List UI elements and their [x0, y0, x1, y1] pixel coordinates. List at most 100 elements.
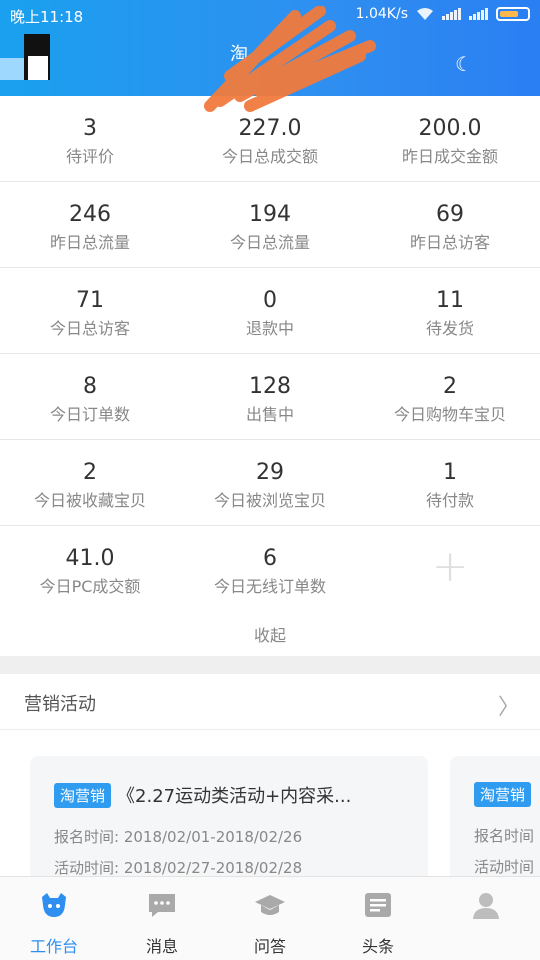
stat-value: 0 [263, 288, 277, 313]
stat-label: 待评价 [65, 147, 114, 166]
signal-icon-2 [469, 8, 488, 20]
profile-icon [473, 893, 499, 919]
tab-messages[interactable]: 消息 [108, 877, 216, 960]
marketing-section-header[interactable]: 营销活动 〉 [0, 674, 540, 730]
stat-value: 2 [443, 374, 457, 399]
stat-label: 今日无线订单数 [213, 577, 326, 596]
stat-label: 今日总访客 [49, 319, 130, 338]
campaign-tag: 淘营销 [474, 782, 532, 807]
tab-label: 头条 [361, 937, 394, 956]
stat-item[interactable]: 8 今日订单数 [0, 354, 180, 439]
headline-icon [365, 893, 391, 917]
message-icon [149, 894, 175, 917]
stat-value: 8 [83, 374, 97, 399]
stats-row: 246 昨日总流量 194 今日总流量 69 昨日总访客 [0, 182, 540, 268]
stat-label: 今日订单数 [49, 405, 130, 424]
stat-item[interactable]: 1 待付款 [360, 440, 540, 525]
stat-label: 今日被浏览宝贝 [213, 491, 326, 510]
stat-item[interactable]: 69 昨日总访客 [360, 182, 540, 267]
activity-time: 活动时间 [474, 858, 535, 876]
stat-item[interactable]: 227.0 今日总成交额 [180, 96, 360, 181]
campaign-tag: 淘营销 [54, 782, 112, 808]
night-mode-icon[interactable]: ☾ [455, 52, 473, 76]
workbench-icon [42, 893, 66, 917]
stats-grid: 3 待评价 227.0 今日总成交额 200.0 昨日成交金额 246 昨日总流… [0, 96, 540, 645]
stat-value: 71 [76, 288, 104, 313]
stat-label: 昨日总流量 [49, 233, 130, 252]
stat-label: 待发货 [425, 319, 474, 338]
stats-row: 2 今日被收藏宝贝 29 今日被浏览宝贝 1 待付款 [0, 440, 540, 526]
stat-value: 3 [83, 116, 97, 141]
stat-item[interactable]: 2 今日购物车宝贝 [360, 354, 540, 439]
stat-label: 待付款 [425, 491, 474, 510]
stat-value: 246 [69, 202, 111, 227]
marketing-card[interactable]: 淘营销 报名时间 活动时间 [450, 756, 540, 876]
chevron-right-icon: 〉 [497, 695, 520, 720]
stat-label: 昨日成交金额 [401, 147, 498, 166]
stat-value: 200.0 [418, 116, 482, 141]
app-screen: 晚上11:18 1.04K/s 淘 ☾ 3 待评价 227.0 今日总成交额 2… [0, 0, 540, 960]
tab-qa[interactable]: 问答 [216, 877, 324, 960]
tab-label: 消息 [145, 937, 178, 956]
stat-label: 昨日总访客 [409, 233, 490, 252]
stat-item[interactable]: 11 待发货 [360, 268, 540, 353]
stats-row: 8 今日订单数 128 出售中 2 今日购物车宝贝 [0, 354, 540, 440]
stat-label: 今日购物车宝贝 [393, 405, 506, 424]
stat-value: 227.0 [238, 116, 302, 141]
collapse-button[interactable]: 收起 [0, 622, 540, 646]
marketing-card[interactable]: 淘营销 《2.27运动类活动+内容采... 报名时间: 2018/02/01-20… [30, 756, 428, 876]
stat-item[interactable]: 200.0 昨日成交金额 [360, 96, 540, 181]
tab-workbench[interactable]: 工作台 [0, 877, 108, 960]
campaign-title: 《2.27运动类活动+内容采... [117, 786, 352, 807]
marketing-title: 营销活动 [24, 694, 96, 715]
stat-item[interactable]: 41.0 今日PC成交额 [0, 526, 180, 612]
add-stat-button[interactable]: + [360, 526, 540, 612]
tab-label: 问答 [253, 937, 286, 956]
shop-avatar[interactable] [0, 34, 52, 82]
stat-item[interactable]: 2 今日被收藏宝贝 [0, 440, 180, 525]
stat-value: 69 [436, 202, 464, 227]
activity-time: 活动时间: 2018/02/27-2018/02/28 [54, 859, 303, 876]
stat-item[interactable]: 29 今日被浏览宝贝 [180, 440, 360, 525]
status-time: 晚上11:18 [10, 8, 84, 26]
stat-item[interactable]: 194 今日总流量 [180, 182, 360, 267]
bottom-tab-bar: 工作台 消息 问答 头条 [0, 876, 540, 960]
stat-value: 2 [83, 460, 97, 485]
stat-value: 194 [249, 202, 291, 227]
stat-value: 1 [443, 460, 457, 485]
stat-value: 29 [256, 460, 284, 485]
tab-label: 工作台 [29, 937, 78, 956]
stats-row: 41.0 今日PC成交额 6 今日无线订单数 + [0, 526, 540, 612]
tab-headlines[interactable]: 头条 [324, 877, 432, 960]
marketing-cards[interactable]: 淘营销 《2.27运动类活动+内容采... 报名时间: 2018/02/01-20… [0, 730, 540, 876]
stat-label: 今日被收藏宝贝 [33, 491, 146, 510]
status-right: 1.04K/s [356, 6, 530, 22]
stat-value: 11 [436, 288, 464, 313]
stat-label: 出售中 [245, 405, 294, 424]
tab-profile[interactable] [432, 877, 540, 960]
wifi-icon [417, 8, 433, 20]
signup-time: 报名时间: 2018/02/01-2018/02/26 [54, 828, 303, 846]
stat-label: 今日总流量 [229, 233, 310, 252]
battery-icon [496, 7, 530, 21]
header: 晚上11:18 1.04K/s 淘 ☾ [0, 0, 540, 112]
signal-icon [442, 8, 461, 20]
stat-label: 退款中 [245, 319, 294, 338]
stat-item[interactable]: 71 今日总访客 [0, 268, 180, 353]
stat-value: 41.0 [65, 546, 115, 571]
stat-item[interactable]: 246 昨日总流量 [0, 182, 180, 267]
stat-item[interactable]: 6 今日无线订单数 [180, 526, 360, 612]
plus-icon: + [431, 540, 469, 592]
stats-row: 3 待评价 227.0 今日总成交额 200.0 昨日成交金额 [0, 96, 540, 182]
stat-item[interactable]: 128 出售中 [180, 354, 360, 439]
qa-cap-icon [255, 895, 285, 915]
signup-time: 报名时间 [474, 827, 535, 845]
stat-value: 6 [263, 546, 277, 571]
stat-value: 128 [249, 374, 291, 399]
section-divider [0, 656, 540, 674]
stat-item[interactable]: 0 退款中 [180, 268, 360, 353]
stat-label: 今日PC成交额 [39, 577, 141, 596]
stat-item[interactable]: 3 待评价 [0, 96, 180, 181]
stats-row: 71 今日总访客 0 退款中 11 待发货 [0, 268, 540, 354]
stat-label: 今日总成交额 [221, 147, 318, 166]
